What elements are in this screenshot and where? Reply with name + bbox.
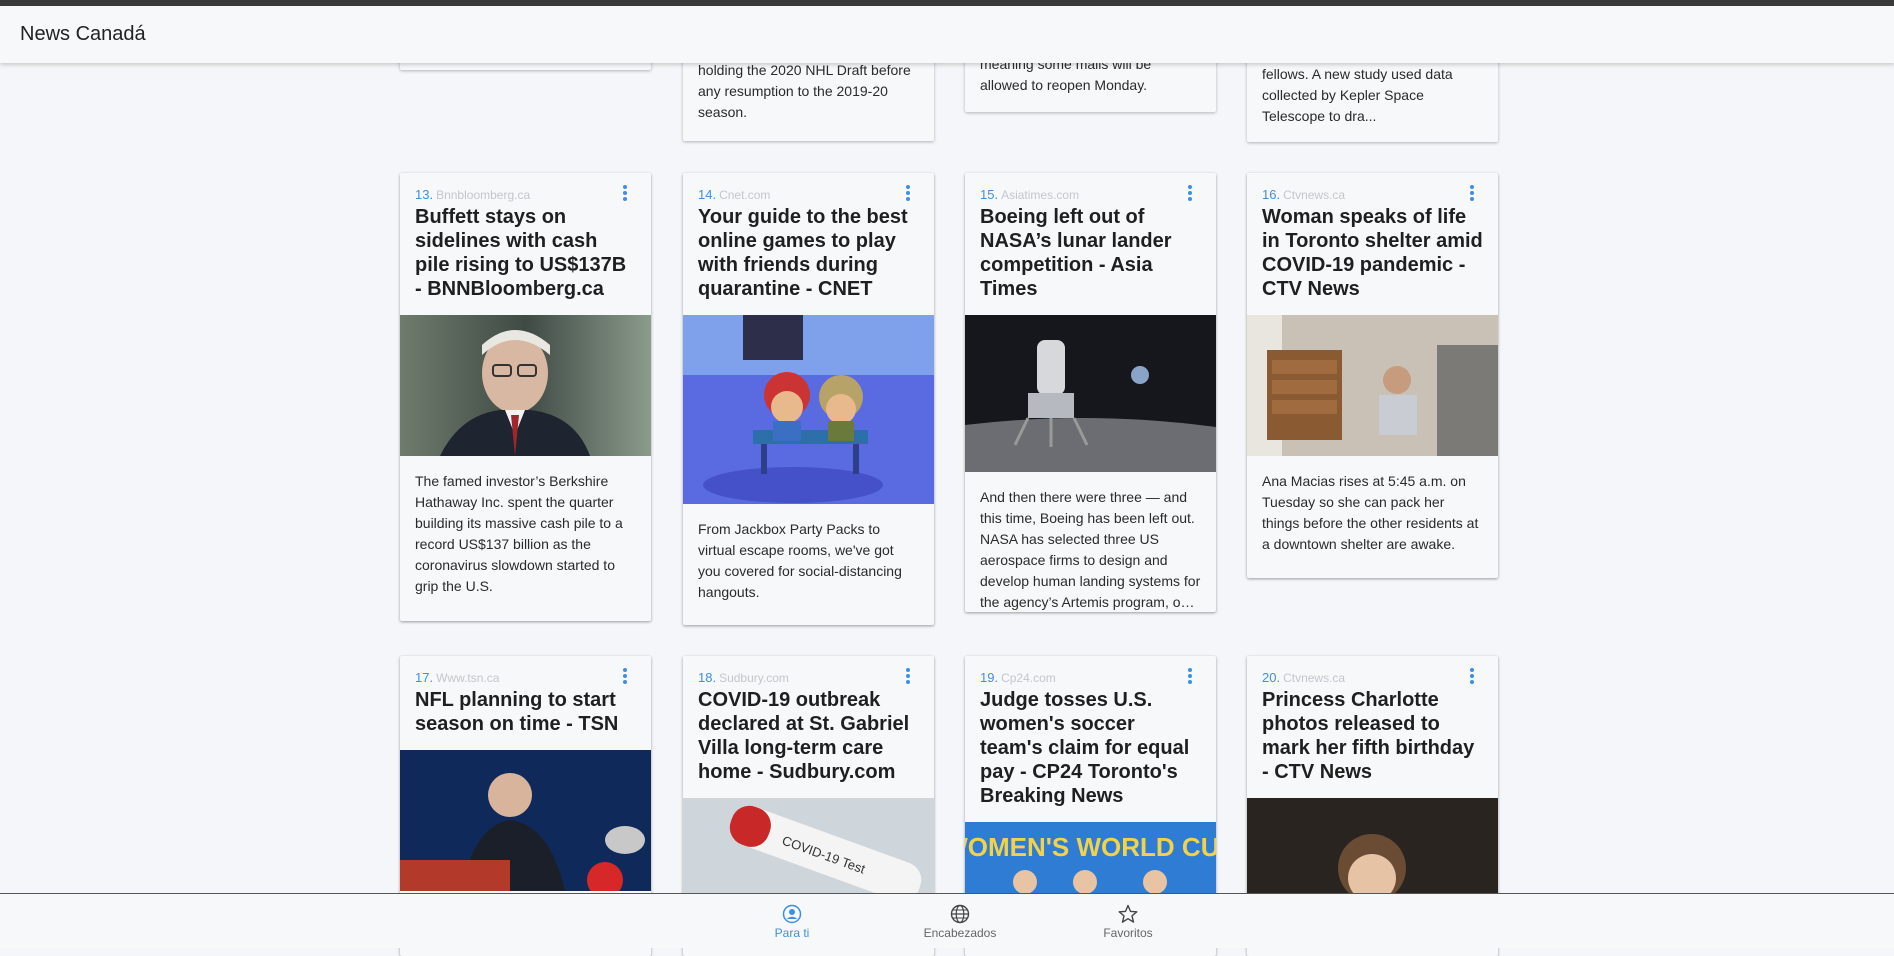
- card-header: 19. Cp24.com: [965, 656, 1216, 688]
- card-header: 18. Sudbury.com: [683, 656, 934, 688]
- more-vert-icon[interactable]: [1186, 185, 1194, 203]
- card-index: 19. Cp24.com: [980, 670, 1056, 685]
- card-header: 15. Asiatimes.com: [965, 173, 1216, 205]
- card-description: The famed investor’s Berkshire Hathaway …: [415, 473, 623, 594]
- person-circle-icon: [782, 904, 802, 924]
- card-header: 17. Www.tsn.ca: [400, 656, 651, 688]
- card-header: 13. Bnnbloomberg.ca: [400, 173, 651, 205]
- card-header: 20. Ctvnews.ca: [1247, 656, 1498, 688]
- card-index: 15. Asiatimes.com: [980, 187, 1080, 202]
- globe-icon: [950, 904, 970, 924]
- nav-label: Para ti: [774, 926, 810, 940]
- card-header: 14. Cnet.com: [683, 173, 934, 205]
- nav-label: Encabezados: [923, 926, 997, 940]
- card-index: 18. Sudbury.com: [698, 670, 789, 685]
- card-title[interactable]: Boeing left out of NASA’s lunar lander c…: [965, 205, 1216, 301]
- card-source: Ctvnews.ca: [1283, 188, 1346, 202]
- card-source: Sudbury.com: [719, 671, 789, 685]
- card-index: 13. Bnnbloomberg.ca: [415, 187, 531, 202]
- news-card[interactable]: 14. Cnet.com Your guide to the best onlin…: [683, 173, 934, 625]
- card-index: 20. Ctvnews.ca: [1262, 670, 1346, 685]
- card-image[interactable]: [965, 315, 1216, 472]
- image-caption: WOMEN'S WORLD CUP: [965, 832, 1216, 862]
- card-index: 17. Www.tsn.ca: [415, 670, 500, 685]
- card-source: Ctvnews.ca: [1283, 671, 1346, 685]
- more-vert-icon[interactable]: [1186, 668, 1194, 686]
- card-source: Bnnbloomberg.ca: [436, 188, 531, 202]
- more-vert-icon[interactable]: [1468, 668, 1476, 686]
- card-description: fellows. A new study used data collected…: [1262, 66, 1453, 124]
- card-description: Ana Macias rises at 5:45 a.m. on Tuesday…: [1262, 473, 1479, 552]
- more-vert-icon[interactable]: [904, 668, 912, 686]
- news-card[interactable]: 13. Bnnbloomberg.ca Buffett stays on side…: [400, 173, 651, 621]
- bottom-navigation: Para ti Encabezados Favoritos: [0, 893, 1894, 948]
- nav-item-para-ti[interactable]: Para ti: [737, 904, 847, 940]
- card-source: Cnet.com: [719, 188, 771, 202]
- card-index: 16. Ctvnews.ca: [1262, 187, 1346, 202]
- card-image[interactable]: [400, 750, 651, 891]
- card-title[interactable]: Princess Charlotte photos released to ma…: [1247, 688, 1498, 784]
- card-index: 14. Cnet.com: [698, 187, 771, 202]
- card-source: Www.tsn.ca: [436, 671, 500, 685]
- app-title: News Canadá: [20, 23, 146, 45]
- news-card[interactable]: 15. Asiatimes.com Boeing left out of NASA…: [965, 173, 1216, 612]
- card-description: holding the 2020 NHL Draft before any re…: [698, 62, 911, 120]
- more-vert-icon[interactable]: [1468, 185, 1476, 203]
- card-image[interactable]: [1247, 315, 1498, 456]
- card-source: Cp24.com: [1001, 671, 1056, 685]
- card-header: 16. Ctvnews.ca: [1247, 173, 1498, 205]
- card-title[interactable]: COVID-19 outbreak declared at St. Gabrie…: [683, 688, 934, 784]
- card-source: Asiatimes.com: [1001, 188, 1080, 202]
- card-image[interactable]: [683, 315, 934, 504]
- card-title[interactable]: Judge tosses U.S. women's soccer team's …: [965, 688, 1216, 808]
- star-icon: [1118, 904, 1138, 923]
- card-title[interactable]: Buffett stays on sidelines with cash pil…: [400, 205, 651, 301]
- nav-item-favoritos[interactable]: Favoritos: [1073, 904, 1183, 940]
- more-vert-icon[interactable]: [904, 185, 912, 203]
- nav-item-encabezados[interactable]: Encabezados: [905, 904, 1015, 940]
- window-top-strip: [0, 0, 1894, 6]
- card-description: From Jackbox Party Packs to virtual esca…: [698, 521, 902, 600]
- card-description: And then there were three — and this tim…: [980, 489, 1201, 610]
- card-image[interactable]: [400, 315, 651, 456]
- more-vert-icon[interactable]: [621, 668, 629, 686]
- card-title[interactable]: NFL planning to start season on time - T…: [400, 688, 651, 736]
- more-vert-icon[interactable]: [621, 185, 629, 203]
- card-title[interactable]: Woman speaks of life in Toronto shelter …: [1247, 205, 1498, 301]
- card-title[interactable]: Your guide to the best online games to p…: [683, 205, 934, 301]
- news-card[interactable]: 16. Ctvnews.ca Woman speaks of life in To…: [1247, 173, 1498, 578]
- nav-label: Favoritos: [1103, 926, 1153, 940]
- app-bar: News Canadá: [0, 6, 1894, 63]
